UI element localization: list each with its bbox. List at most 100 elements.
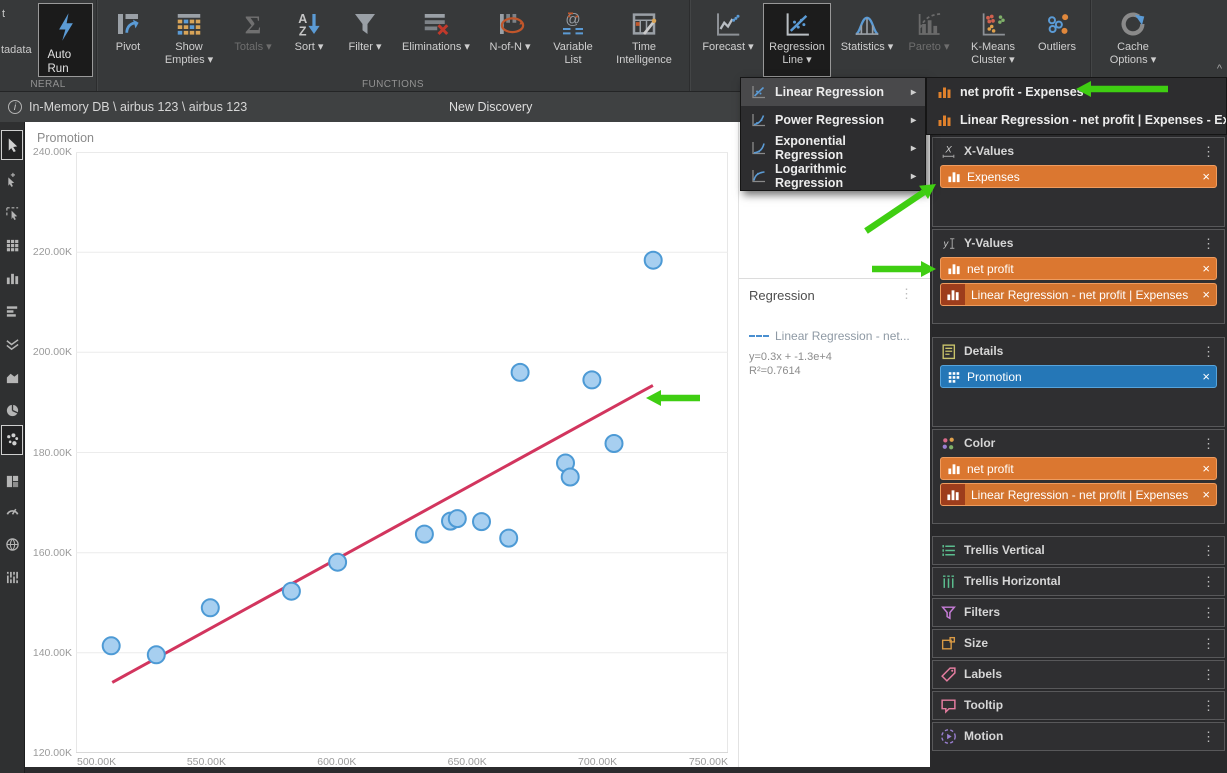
remove-chip-icon[interactable]: × <box>1196 169 1210 184</box>
kebab-menu-icon[interactable]: ⋮ <box>1200 637 1217 650</box>
measure-bars-icon <box>946 288 960 302</box>
ribbon-button-label: K-Means Cluster ▾ <box>960 41 1026 67</box>
lasso-select-tool[interactable] <box>1 199 23 227</box>
forecast-icon <box>713 9 743 39</box>
treemap-chart-tool[interactable] <box>1 468 23 496</box>
scatter-plot[interactable] <box>76 152 728 753</box>
select-cursor-tool[interactable] <box>1 130 23 160</box>
kebab-menu-icon[interactable]: ⋮ <box>1200 544 1217 557</box>
eliminations-button[interactable]: Eliminations ▾ <box>396 3 476 77</box>
column-chart-icon <box>5 271 20 288</box>
linear-regression-icon <box>750 84 766 100</box>
regression-legend-menu-icon[interactable]: ⋮ <box>898 287 915 300</box>
drop-zone-labels[interactable]: Labels ⋮ <box>932 660 1225 689</box>
measure-bars-icon <box>947 170 961 184</box>
chip-expenses[interactable]: Expenses× <box>940 165 1217 188</box>
drop-zone-trellis-vertical[interactable]: Trellis Vertical⋮ <box>932 536 1225 565</box>
tab-new-discovery[interactable]: New Discovery <box>449 92 532 122</box>
remove-chip-icon[interactable]: × <box>1196 487 1210 502</box>
submenu-item[interactable]: Linear Regression - net profit | Expense… <box>927 106 1226 134</box>
submenu-arrow-icon: ▸ <box>911 171 916 182</box>
menu-item-logarithmic-regression[interactable]: Logarithmic Regression▸ <box>741 162 925 190</box>
bar-chart-tool[interactable] <box>1 298 23 326</box>
drop-zone-label: Motion <box>964 729 1193 743</box>
outliers-button[interactable]: Outliers <box>1031 3 1083 77</box>
submenu-arrow-icon: ▸ <box>911 143 916 154</box>
k-means-cluster-button[interactable]: K-Means Cluster ▾ <box>959 3 1027 77</box>
time-intelligence-button[interactable]: Time Intelligence <box>606 3 682 77</box>
kebab-menu-icon[interactable]: ⋮ <box>1200 437 1217 450</box>
forecast-button[interactable]: Forecast ▾ <box>697 3 759 77</box>
column-chart-tool[interactable] <box>1 265 23 293</box>
grid-view-tool[interactable] <box>1 232 23 260</box>
scatter-chart-tool[interactable] <box>1 425 23 455</box>
drop-zone-tooltip[interactable]: Tooltip⋮ <box>932 691 1225 720</box>
submenu-arrow-icon: ▸ <box>911 87 916 98</box>
regression-line-button[interactable]: Regression Line ▾ <box>763 3 831 77</box>
ribbon-button-label: Pivot <box>116 41 140 54</box>
gauge-chart-tool[interactable] <box>1 498 23 526</box>
remove-chip-icon[interactable]: × <box>1196 461 1210 476</box>
k-means-cluster-icon <box>978 9 1008 39</box>
kebab-menu-icon[interactable]: ⋮ <box>1200 668 1217 681</box>
drop-zone-label: Trellis Horizontal <box>964 574 1193 588</box>
cache-options-button[interactable]: Cache Options ▾ <box>1098 3 1168 77</box>
kebab-menu-icon[interactable]: ⋮ <box>1200 575 1217 588</box>
info-icon[interactable]: i <box>8 100 22 114</box>
labels-icon <box>940 666 957 683</box>
drop-zone-motion[interactable]: Motion ⋮ <box>932 722 1225 751</box>
sort-icon: AZ <box>294 9 324 39</box>
show-empties-icon <box>174 9 204 39</box>
kebab-menu-icon[interactable]: ⋮ <box>1200 345 1217 358</box>
menu-item-exponential-regression[interactable]: Exponential Regression▸ <box>741 134 925 162</box>
kebab-menu-icon[interactable]: ⋮ <box>1200 699 1217 712</box>
area-chart-tool[interactable] <box>1 364 23 392</box>
collapse-ribbon-icon[interactable]: ^ <box>1217 63 1222 75</box>
filter-button[interactable]: Filter ▾ <box>338 3 392 77</box>
pie-chart-tool[interactable] <box>1 397 23 425</box>
filters-icon <box>940 604 957 621</box>
y-values-icon: y <box>940 235 957 252</box>
chip-net-profit[interactable]: net profit× <box>940 457 1217 480</box>
chip-promotion[interactable]: Promotion× <box>940 365 1217 388</box>
kebab-menu-icon[interactable]: ⋮ <box>1200 237 1217 250</box>
sort-button[interactable]: AZSort ▾ <box>284 3 334 77</box>
drop-zone-y-values[interactable]: yY-Values⋮net profit× Linear Regression -… <box>932 229 1225 324</box>
kebab-menu-icon[interactable]: ⋮ <box>1200 145 1217 158</box>
chip-net-profit[interactable]: net profit× <box>940 257 1217 280</box>
pivot-button[interactable]: Pivot <box>104 3 152 77</box>
map-chart-tool[interactable] <box>1 531 23 559</box>
drop-zone-size[interactable]: Size⋮ <box>932 629 1225 658</box>
ribbon-button-label: Totals ▾ <box>234 41 271 54</box>
kebab-menu-icon[interactable]: ⋮ <box>1200 730 1217 743</box>
drop-zone-filters[interactable]: Filters⋮ <box>932 598 1225 627</box>
show-empties-button[interactable]: Show Empties ▾ <box>156 3 222 77</box>
kebab-menu-icon[interactable]: ⋮ <box>1200 606 1217 619</box>
line-chart-tool[interactable] <box>1 331 23 359</box>
drop-zone-details[interactable]: Details⋮Promotion× <box>932 337 1225 427</box>
auto-run-button[interactable]: Auto Run <box>38 3 93 77</box>
n-of-n-button[interactable]: N-of-N ▾ <box>480 3 540 77</box>
slicer-tool[interactable] <box>1 564 23 592</box>
legend-entry[interactable]: Linear Regression - net... <box>749 327 920 345</box>
statistics-button[interactable]: Statistics ▾ <box>835 3 899 77</box>
drop-zone-color[interactable]: Color⋮net profit×Linear Regression - net… <box>932 429 1225 524</box>
remove-chip-icon[interactable]: × <box>1196 261 1210 276</box>
chip-linear-regression-net-profit-expenses[interactable]: Linear Regression - net profit | Expense… <box>940 283 1217 306</box>
drop-zone-trellis-horizontal[interactable]: Trellis Horizontal ⋮ <box>932 567 1225 596</box>
drop-zone-label: Labels <box>964 667 1193 681</box>
drop-zone-header: Tooltip⋮ <box>933 692 1224 718</box>
x-values-icon: X <box>940 143 957 160</box>
statistics-icon <box>852 9 882 39</box>
variable-list-button[interactable]: @Variable List <box>544 3 602 77</box>
drop-zone-x-values[interactable]: XX-Values⋮Expenses× <box>932 137 1225 227</box>
remove-chip-icon[interactable]: × <box>1196 287 1210 302</box>
svg-text:X: X <box>944 144 952 155</box>
menu-item-linear-regression[interactable]: Linear Regression▸ <box>741 78 925 106</box>
menu-item-power-regression[interactable]: Power Regression▸ <box>741 106 925 134</box>
point-select-tool[interactable] <box>1 166 23 194</box>
chip-linear-regression-net-profit-expenses[interactable]: Linear Regression - net profit | Expense… <box>940 483 1217 506</box>
remove-chip-icon[interactable]: × <box>1196 369 1210 384</box>
submenu-item[interactable]: net profit - Expenses <box>927 78 1226 106</box>
drop-zone-header: yY-Values⋮ <box>933 230 1224 256</box>
